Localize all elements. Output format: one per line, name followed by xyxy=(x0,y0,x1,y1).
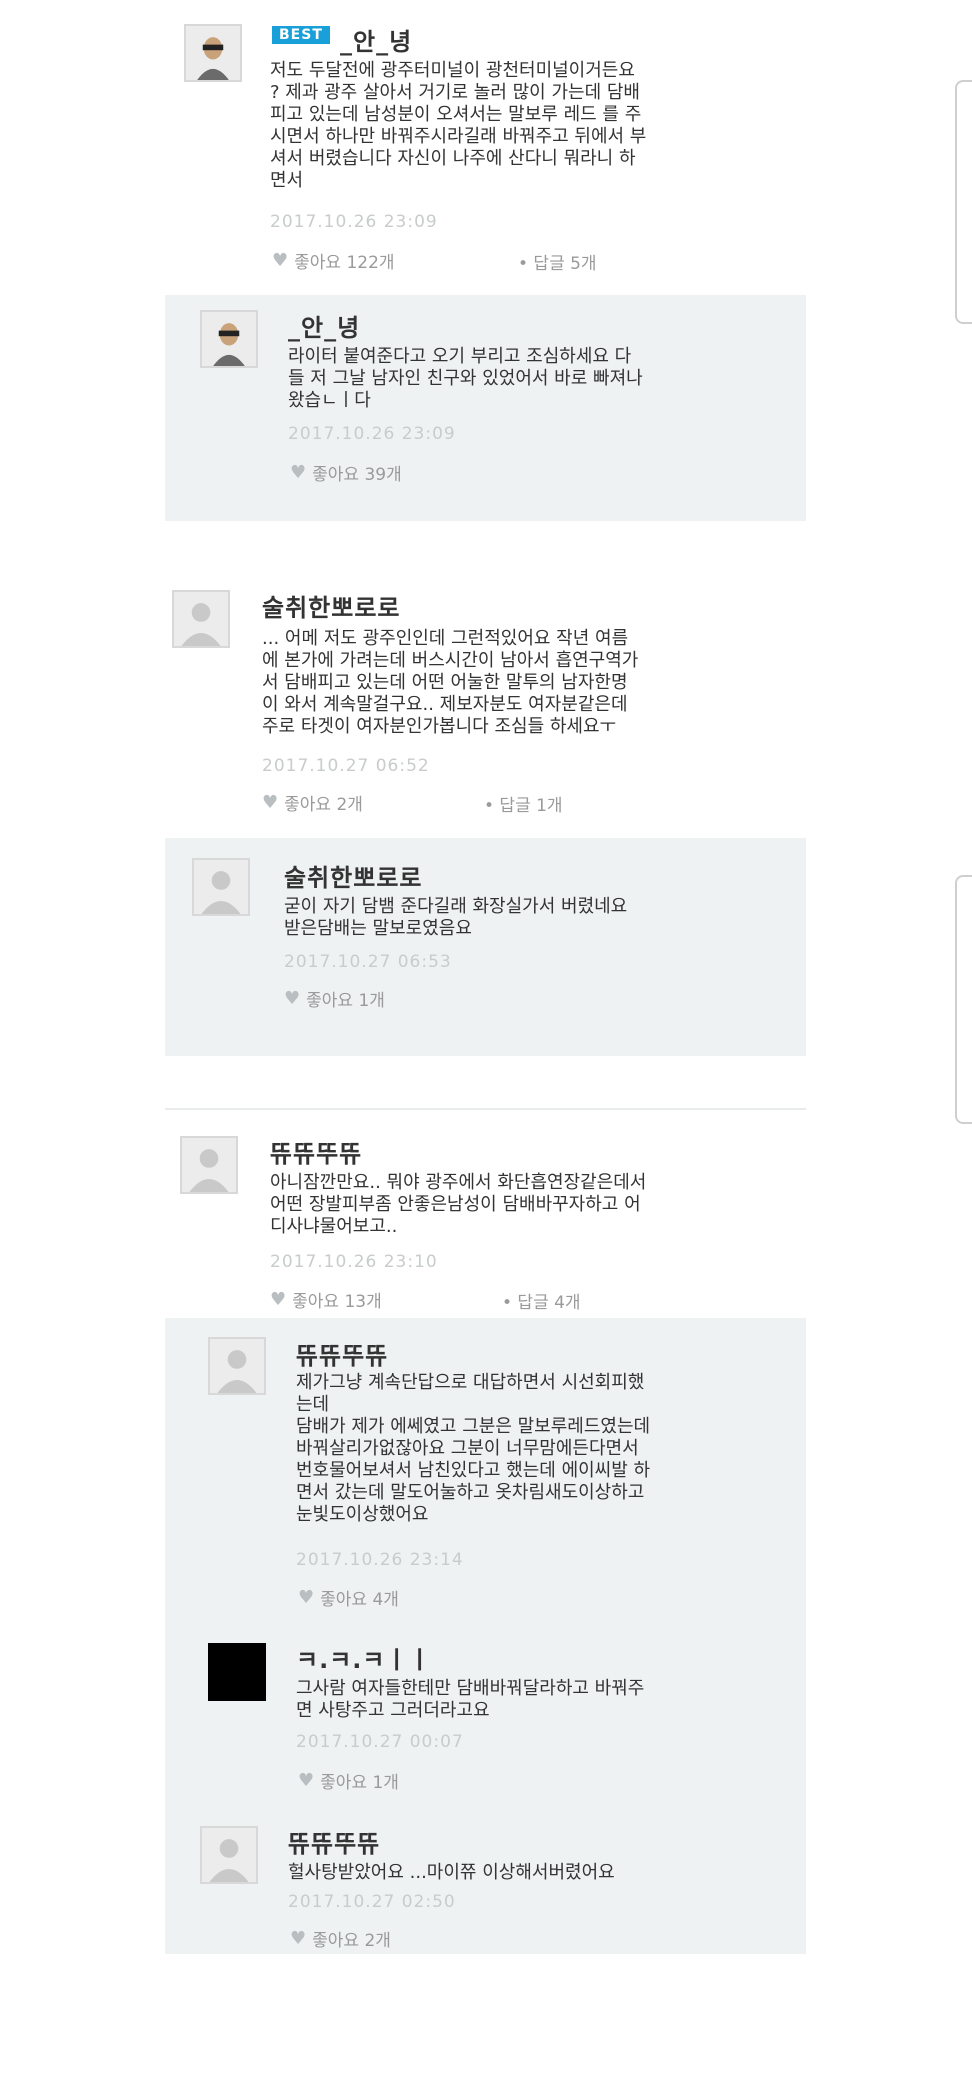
avatar[interactable] xyxy=(208,1337,266,1395)
heart-icon: ♥ xyxy=(270,1289,287,1310)
avatar[interactable] xyxy=(180,1136,238,1194)
like-button[interactable]: ♥ 좋아요 2개 xyxy=(290,1926,391,1951)
reply-author[interactable]: 뜌뜌뚜뜌 xyxy=(296,1336,388,1371)
like-button[interactable]: ♥ 좋아요 122개 xyxy=(272,248,395,273)
like-button[interactable]: ♥ 좋아요 1개 xyxy=(284,986,385,1011)
avatar[interactable] xyxy=(172,590,230,648)
reply-timestamp: 2017.10.27 00:07 xyxy=(296,1732,464,1752)
comment-timestamp: 2017.10.27 06:52 xyxy=(262,756,430,776)
reply-body: 굳이 자기 담뱀 준다길래 화장실가서 버렸네요 받은담배는 말보로였음요 xyxy=(284,896,628,939)
reply-author[interactable]: 뜌뜌뚜뜌 xyxy=(288,1824,380,1859)
reply-timestamp: 2017.10.27 06:53 xyxy=(284,952,452,972)
default-avatar-icon xyxy=(194,860,248,914)
profile-photo-icon xyxy=(202,312,256,366)
default-avatar-icon xyxy=(174,592,228,646)
heart-icon: ♥ xyxy=(298,1770,315,1791)
side-scroll-indicator xyxy=(955,80,972,324)
like-count: 좋아요 2개 xyxy=(284,795,363,815)
like-count: 좋아요 1개 xyxy=(306,991,385,1011)
heart-icon: ♥ xyxy=(284,988,301,1009)
avatar[interactable] xyxy=(208,1643,266,1701)
like-button[interactable]: ♥ 좋아요 39개 xyxy=(290,460,402,485)
like-count: 좋아요 13개 xyxy=(292,1292,382,1312)
reply-count-link[interactable]: • 답글 4개 xyxy=(502,1288,581,1313)
avatar[interactable] xyxy=(184,24,242,82)
reply-container xyxy=(165,838,806,1056)
reply-body: 제가그냥 계속단답으로 대답하면서 시선회피했 는데 담배가 제가 에쎄였고 그… xyxy=(296,1372,651,1525)
side-scroll-indicator xyxy=(955,875,972,1124)
avatar[interactable] xyxy=(200,1826,258,1884)
reply-body: 그사람 여자들한테만 담배바꿔달라하고 바꿔주 면 사탕주고 그러더라고요 xyxy=(296,1678,645,1721)
like-button[interactable]: ♥ 좋아요 13개 xyxy=(270,1287,382,1312)
heart-icon: ♥ xyxy=(290,1928,307,1949)
heart-icon: ♥ xyxy=(262,792,279,813)
reply-count-link[interactable]: • 답글 1개 xyxy=(484,791,563,816)
like-count: 좋아요 4개 xyxy=(320,1590,399,1610)
like-button[interactable]: ♥ 좋아요 1개 xyxy=(298,1768,399,1793)
like-count: 좋아요 39개 xyxy=(312,465,402,485)
reply-timestamp: 2017.10.27 02:50 xyxy=(288,1892,456,1912)
best-badge: BEST xyxy=(272,26,330,44)
default-avatar-icon xyxy=(202,1828,256,1882)
default-avatar-icon xyxy=(182,1138,236,1192)
comment-author[interactable]: 술취한뽀로로 xyxy=(262,588,400,623)
reply-author[interactable]: _안_녕 xyxy=(288,308,360,343)
heart-icon: ♥ xyxy=(290,462,307,483)
comment-author[interactable]: _안_녕 xyxy=(340,22,412,57)
comment-body: ... 어메 저도 광주인인데 그런적있어요 작년 여름 에 본가에 가려는데 … xyxy=(262,628,639,737)
like-count: 좋아요 122개 xyxy=(294,253,395,273)
comment-divider xyxy=(165,1108,806,1110)
profile-photo-icon xyxy=(186,26,240,80)
heart-icon: ♥ xyxy=(272,250,289,271)
comment-timestamp: 2017.10.26 23:10 xyxy=(270,1252,438,1272)
reply-body: 라이터 붙여준다고 오기 부리고 조심하세요 다 들 저 그날 남자인 친구와 … xyxy=(288,346,643,411)
avatar[interactable] xyxy=(192,858,250,916)
like-button[interactable]: ♥ 좋아요 2개 xyxy=(262,790,363,815)
like-count: 좋아요 2개 xyxy=(312,1931,391,1951)
reply-author[interactable]: 술취한뽀로로 xyxy=(284,858,422,893)
reply-timestamp: 2017.10.26 23:09 xyxy=(288,424,456,444)
avatar[interactable] xyxy=(200,310,258,368)
reply-timestamp: 2017.10.26 23:14 xyxy=(296,1550,464,1570)
comment-body: 저도 두달전에 광주터미널이 광천터미널이거든요 ? 제과 광주 살아서 거기로… xyxy=(270,60,647,191)
like-button[interactable]: ♥ 좋아요 4개 xyxy=(298,1585,399,1610)
comment-author[interactable]: 뜌뜌뚜뜌 xyxy=(270,1134,362,1169)
reply-author[interactable]: ㅋ.ㅋ.ㅋㅣㅣ xyxy=(296,1640,432,1675)
like-count: 좋아요 1개 xyxy=(320,1773,399,1793)
heart-icon: ♥ xyxy=(298,1587,315,1608)
comment-body: 아니잠깐만요.. 뭐야 광주에서 화단흡연장같은데서 어떤 장발피부좀 안좋은남… xyxy=(270,1172,647,1237)
reply-body: 헐사탕받았어요 ...마이쮸 이상해서버렸어요 xyxy=(288,1862,615,1883)
default-avatar-icon xyxy=(210,1339,264,1393)
reply-count-link[interactable]: • 답글 5개 xyxy=(518,249,597,274)
comment-timestamp: 2017.10.26 23:09 xyxy=(270,212,438,232)
